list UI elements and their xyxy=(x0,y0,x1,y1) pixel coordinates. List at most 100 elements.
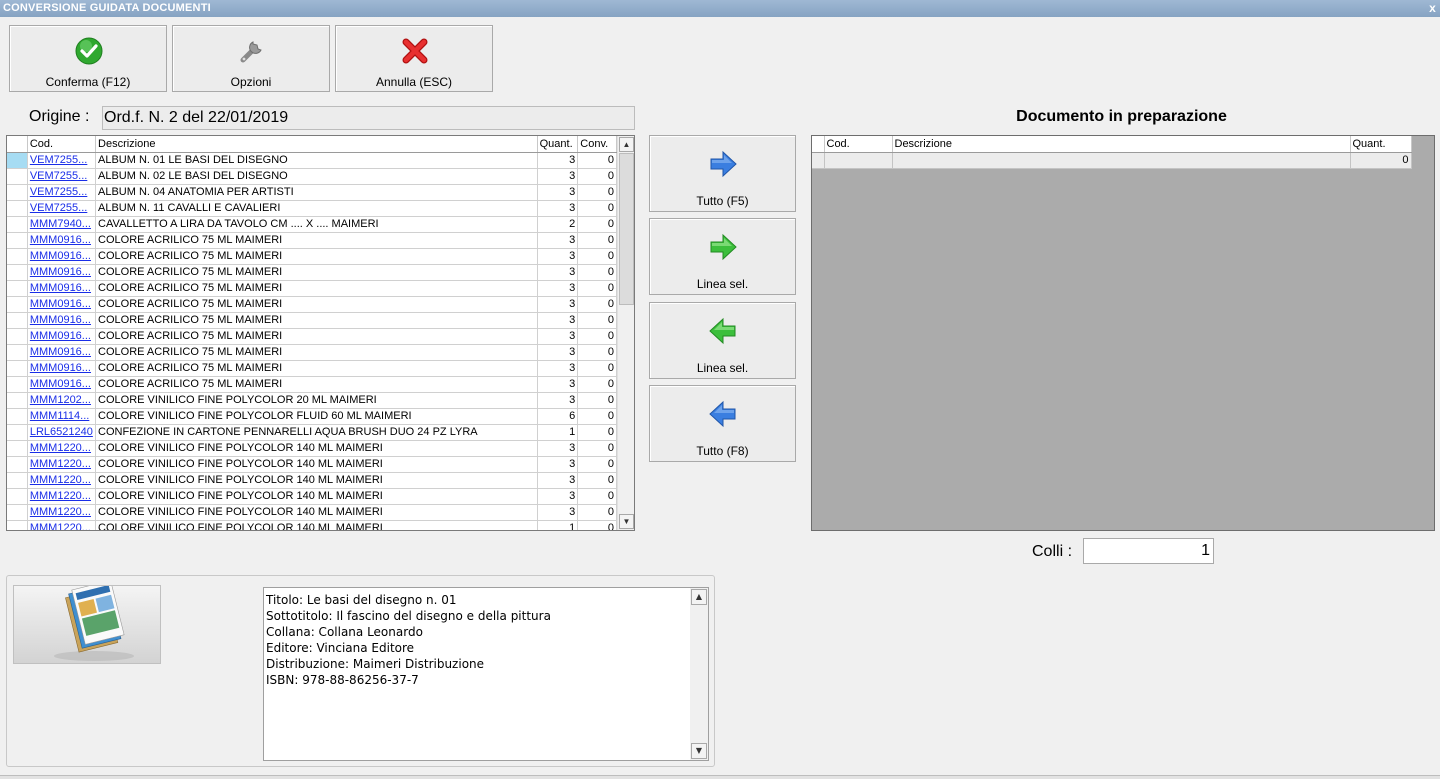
cancel-button[interactable]: Annulla (ESC) xyxy=(335,25,493,92)
cell-desc[interactable]: CONFEZIONE IN CARTONE PENNARELLI AQUA BR… xyxy=(95,424,538,441)
cell-code[interactable]: MMM0916... xyxy=(27,232,97,249)
cell-conv[interactable]: 0 xyxy=(577,488,617,505)
cell-conv[interactable]: 0 xyxy=(577,360,617,377)
cell-conv[interactable]: 0 xyxy=(577,424,617,441)
cell-qty[interactable]: 3 xyxy=(537,248,579,265)
cell-desc[interactable]: ALBUM N. 01 LE BASI DEL DISEGNO xyxy=(95,152,538,169)
cell-code[interactable]: VEM7255... xyxy=(27,184,97,201)
cell-conv[interactable]: 0 xyxy=(577,312,617,329)
table-row[interactable]: VEM7255... ALBUM N. 01 LE BASI DEL DISEGN… xyxy=(7,152,617,169)
cell-conv[interactable]: 0 xyxy=(577,520,617,530)
cell-code[interactable]: MMM1220... xyxy=(27,488,97,505)
cell-qty[interactable]: 3 xyxy=(537,296,579,313)
cell-conv[interactable]: 0 xyxy=(577,152,617,169)
cell-code[interactable]: MMM0916... xyxy=(27,344,97,361)
cell-code[interactable]: MMM0916... xyxy=(27,296,97,313)
table-row[interactable]: MMM1220... COLORE VINILICO FINE POLYCOLOR… xyxy=(7,456,617,473)
cell-conv[interactable]: 0 xyxy=(577,280,617,297)
table-row[interactable]: MMM0916... COLORE ACRILICO 75 ML MAIMERI 3… xyxy=(7,312,617,329)
cell-desc[interactable]: COLORE ACRILICO 75 ML MAIMERI xyxy=(95,264,538,281)
cell-code[interactable]: VEM7255... xyxy=(27,152,97,169)
cell-qty[interactable]: 2 xyxy=(537,216,579,233)
table-row[interactable]: MMM0916... COLORE ACRILICO 75 ML MAIMERI 3… xyxy=(7,280,617,297)
cell-desc[interactable]: COLORE VINILICO FINE POLYCOLOR FLUID 60 … xyxy=(95,408,538,425)
cell-qty[interactable]: 3 xyxy=(537,440,579,457)
cell-desc[interactable]: COLORE ACRILICO 75 ML MAIMERI xyxy=(95,312,538,329)
cell-qty[interactable]: 3 xyxy=(537,168,579,185)
cell-qty[interactable]: 0 xyxy=(1350,152,1412,169)
cell-conv[interactable]: 0 xyxy=(577,168,617,185)
details-scrollbar[interactable]: ▲ ▼ xyxy=(690,588,708,760)
cell-conv[interactable]: 0 xyxy=(577,200,617,217)
cell-conv[interactable]: 0 xyxy=(577,264,617,281)
grid-scrollbar[interactable]: ▲ ▼ xyxy=(617,136,634,530)
cell-code[interactable]: MMM0916... xyxy=(27,376,97,393)
cell-desc[interactable]: CAVALLETTO A LIRA DA TAVOLO CM .... X ..… xyxy=(95,216,538,233)
cell-conv[interactable]: 0 xyxy=(577,376,617,393)
cell-qty[interactable]: 3 xyxy=(537,328,579,345)
cell-code[interactable]: MMM1220... xyxy=(27,520,97,530)
cell-conv[interactable]: 0 xyxy=(577,232,617,249)
col-desc-header[interactable]: Descrizione xyxy=(95,136,538,153)
cell-conv[interactable]: 0 xyxy=(577,472,617,489)
col-qty-header[interactable]: Quant. xyxy=(1350,136,1412,153)
cell-desc[interactable]: COLORE ACRILICO 75 ML MAIMERI xyxy=(95,344,538,361)
cell-qty[interactable]: 3 xyxy=(537,376,579,393)
cell-qty[interactable]: 6 xyxy=(537,408,579,425)
table-row[interactable]: VEM7255... ALBUM N. 02 LE BASI DEL DISEGN… xyxy=(7,168,617,185)
cell-code[interactable]: MMM0916... xyxy=(27,280,97,297)
cell-desc[interactable]: COLORE VINILICO FINE POLYCOLOR 140 ML MA… xyxy=(95,504,538,521)
table-row[interactable]: MMM1220... COLORE VINILICO FINE POLYCOLOR… xyxy=(7,488,617,505)
table-row[interactable]: MMM0916... COLORE ACRILICO 75 ML MAIMERI 3… xyxy=(7,344,617,361)
cell-code[interactable]: MMM0916... xyxy=(27,264,97,281)
target-lines-grid[interactable]: Cod. Descrizione Quant. 0 xyxy=(811,135,1435,531)
cell-conv[interactable]: 0 xyxy=(577,184,617,201)
cell-code[interactable]: MMM1220... xyxy=(27,440,97,457)
table-row[interactable]: MMM0916... COLORE ACRILICO 75 ML MAIMERI 3… xyxy=(7,248,617,265)
cell-desc[interactable]: COLORE ACRILICO 75 ML MAIMERI xyxy=(95,328,538,345)
cell-qty[interactable]: 3 xyxy=(537,488,579,505)
cell-desc[interactable]: COLORE VINILICO FINE POLYCOLOR 140 ML MA… xyxy=(95,440,538,457)
cell-desc[interactable]: COLORE ACRILICO 75 ML MAIMERI xyxy=(95,248,538,265)
table-row[interactable]: MMM1220... COLORE VINILICO FINE POLYCOLOR… xyxy=(7,440,617,457)
cell-desc[interactable]: COLORE ACRILICO 75 ML MAIMERI xyxy=(95,296,538,313)
cell-code[interactable]: MMM0916... xyxy=(27,248,97,265)
cell-code[interactable]: MMM1220... xyxy=(27,504,97,521)
cell-conv[interactable]: 0 xyxy=(577,248,617,265)
table-row[interactable]: LRL6521240 CONFEZIONE IN CARTONE PENNAREL… xyxy=(7,424,617,441)
cell-qty[interactable]: 1 xyxy=(537,424,579,441)
options-button[interactable]: Opzioni xyxy=(172,25,330,92)
cell-qty[interactable]: 3 xyxy=(537,360,579,377)
table-row[interactable]: VEM7255... ALBUM N. 11 CAVALLI E CAVALIER… xyxy=(7,200,617,217)
cell-qty[interactable]: 3 xyxy=(537,344,579,361)
cell-conv[interactable]: 0 xyxy=(577,328,617,345)
scroll-up-icon[interactable]: ▲ xyxy=(691,589,707,605)
table-row[interactable]: MMM0916... COLORE ACRILICO 75 ML MAIMERI 3… xyxy=(7,296,617,313)
table-row[interactable]: MMM1220... COLORE VINILICO FINE POLYCOLOR… xyxy=(7,520,617,530)
move-all-left-button[interactable]: Tutto (F8) xyxy=(649,385,796,462)
scroll-down-icon[interactable]: ▼ xyxy=(619,514,634,529)
cell-qty[interactable]: 3 xyxy=(537,456,579,473)
cell-desc[interactable]: ALBUM N. 11 CAVALLI E CAVALIERI xyxy=(95,200,538,217)
cell-qty[interactable]: 3 xyxy=(537,152,579,169)
col-desc-header[interactable]: Descrizione xyxy=(892,136,1351,153)
table-row[interactable]: MMM0916... COLORE ACRILICO 75 ML MAIMERI 3… xyxy=(7,232,617,249)
table-row[interactable]: MMM0916... COLORE ACRILICO 75 ML MAIMERI 3… xyxy=(7,376,617,393)
cell-code[interactable]: MMM1220... xyxy=(27,472,97,489)
cell-qty[interactable]: 3 xyxy=(537,504,579,521)
cell-conv[interactable]: 0 xyxy=(577,296,617,313)
cell-qty[interactable]: 3 xyxy=(537,184,579,201)
cell-code[interactable]: MMM0916... xyxy=(27,312,97,329)
cell-code[interactable]: MMM0916... xyxy=(27,328,97,345)
move-selected-left-button[interactable]: Linea sel. xyxy=(649,302,796,379)
cell-qty[interactable]: 3 xyxy=(537,232,579,249)
table-row[interactable]: VEM7255... ALBUM N. 04 ANATOMIA PER ARTIS… xyxy=(7,184,617,201)
cell-code[interactable]: LRL6521240 xyxy=(27,424,97,441)
cell-desc[interactable]: COLORE VINILICO FINE POLYCOLOR 140 ML MA… xyxy=(95,456,538,473)
col-code-header[interactable]: Cod. xyxy=(824,136,893,153)
table-row[interactable]: MMM0916... COLORE ACRILICO 75 ML MAIMERI 3… xyxy=(7,328,617,345)
col-code-header[interactable]: Cod. xyxy=(27,136,97,153)
col-conv-header[interactable]: Conv. xyxy=(577,136,617,153)
cell-desc[interactable]: COLORE VINILICO FINE POLYCOLOR 140 ML MA… xyxy=(95,488,538,505)
cell-code[interactable]: VEM7255... xyxy=(27,168,97,185)
